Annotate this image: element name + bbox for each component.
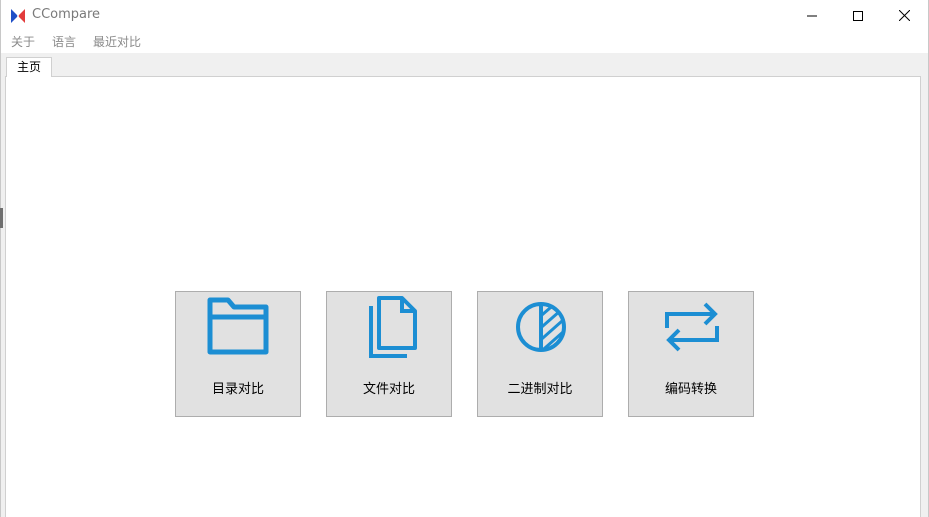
window-title: CCompare [32, 7, 101, 22]
convert-arrows-icon [665, 302, 719, 352]
maximize-icon [853, 10, 863, 21]
binary-compare-button[interactable]: 二进制对比 [477, 291, 603, 417]
menu-about[interactable]: 关于 [3, 31, 43, 53]
directory-compare-button[interactable]: 目录对比 [175, 291, 301, 417]
app-window: CCompare 关于 语言 最近对比 主页 目录对比 文件对比 二进制对比 编… [0, 0, 929, 517]
binary-compare-label: 二进制对比 [507, 382, 573, 397]
folder-icon [207, 297, 269, 355]
menu-recent-compare[interactable]: 最近对比 [85, 31, 149, 53]
minimize-icon [807, 15, 817, 16]
home-panel: 目录对比 文件对比 二进制对比 编码转换 [5, 76, 921, 517]
menu-bar: 关于 语言 最近对比 [1, 31, 928, 53]
minimize-button[interactable] [789, 0, 835, 31]
binary-pie-icon [516, 302, 566, 352]
menu-language[interactable]: 语言 [44, 31, 84, 53]
encoding-convert-label: 编码转换 [664, 382, 717, 397]
file-compare-label: 文件对比 [362, 382, 415, 397]
close-icon [898, 10, 910, 21]
tab-home[interactable]: 主页 [6, 57, 52, 77]
encoding-convert-button[interactable]: 编码转换 [628, 291, 754, 417]
file-compare-button[interactable]: 文件对比 [326, 291, 452, 417]
directory-compare-label: 目录对比 [211, 382, 264, 397]
close-button[interactable] [881, 0, 927, 31]
tab-bar: 主页 [1, 53, 928, 77]
window-edge-marker [0, 208, 3, 228]
app-logo-icon [11, 9, 25, 23]
maximize-button[interactable] [835, 0, 881, 31]
title-bar: CCompare [1, 0, 928, 31]
files-icon [369, 296, 417, 358]
